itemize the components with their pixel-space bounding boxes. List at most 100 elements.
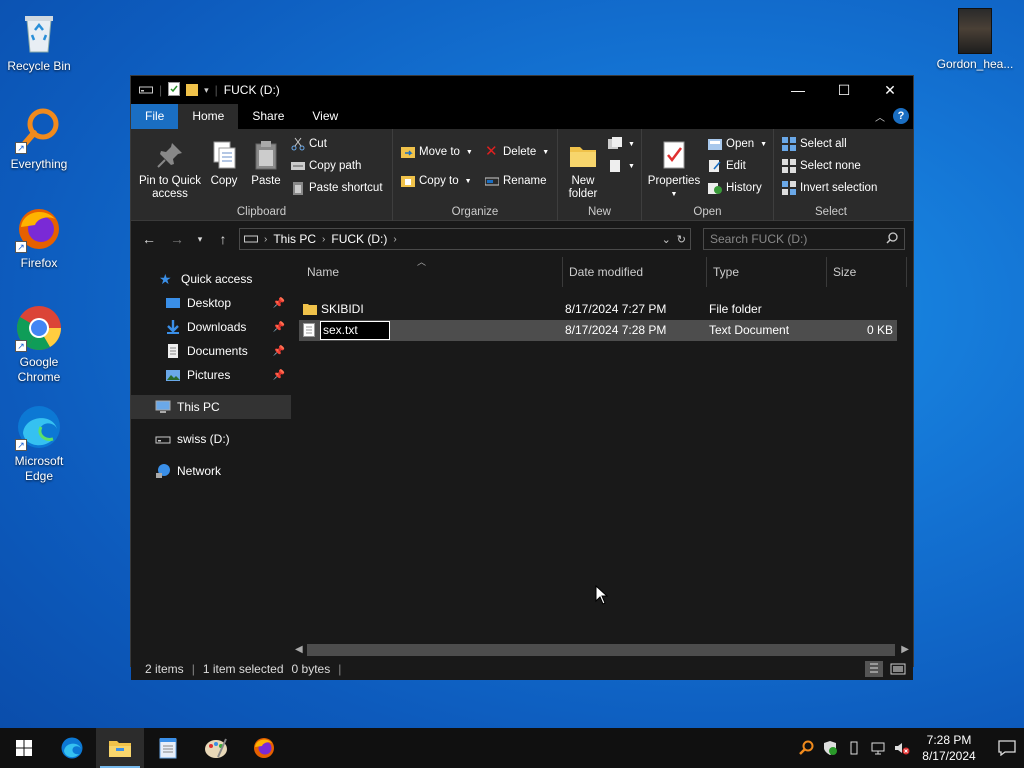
history-button[interactable]: History (708, 181, 762, 195)
taskbar-app-notepad[interactable] (144, 728, 192, 768)
edit-button[interactable]: Edit (708, 159, 746, 173)
firefox-icon (254, 738, 274, 758)
column-header-date[interactable]: Date modified (563, 257, 707, 287)
address-dropdown-icon[interactable]: ⌄ (662, 233, 671, 246)
desktop-icon-firefox[interactable]: ↗ Firefox (1, 205, 77, 271)
image-file-thumbnail-icon (958, 8, 992, 54)
address-bar[interactable]: › This PC › FUCK (D:) › ⌄ ↻ (239, 228, 691, 250)
paste-shortcut-button[interactable]: Paste shortcut (291, 181, 383, 195)
file-row-selected[interactable]: sex.txt 8/17/2024 7:28 PM Text Document … (299, 320, 897, 341)
help-icon[interactable]: ? (893, 108, 909, 124)
desktop-icon-everything[interactable]: ↗ Everything (1, 106, 77, 172)
file-date: 8/17/2024 7:27 PM (565, 302, 667, 316)
move-to-button[interactable]: Move to ▼ (401, 145, 473, 159)
customize-qa-dropdown-icon[interactable]: ▾ (204, 85, 209, 96)
nav-item-documents[interactable]: Documents 📌 (131, 339, 291, 363)
recent-locations-icon[interactable]: ▾ (193, 234, 207, 245)
forward-button[interactable]: → (165, 231, 189, 247)
usb-device-icon[interactable] (846, 740, 862, 756)
details-view-icon[interactable] (865, 661, 883, 677)
nav-item-network[interactable]: Network (131, 459, 291, 483)
open-button[interactable]: Open ▼ (708, 137, 767, 151)
properties-button[interactable]: Properties ▼ (646, 139, 702, 201)
navigation-bar: ← → ▾ ↑ › This PC › FUCK (D:) › ⌄ ↻ Sear… (131, 221, 913, 257)
mouse-cursor-icon (595, 584, 609, 608)
close-button[interactable]: ✕ (867, 76, 913, 104)
collapse-ribbon-icon[interactable]: ︿ (875, 109, 885, 124)
pinned-icon: 📌 (272, 297, 285, 309)
nav-item-pictures[interactable]: Pictures 📌 (131, 363, 291, 387)
security-shield-icon[interactable] (822, 740, 838, 756)
tab-file[interactable]: File (131, 104, 179, 129)
easy-access-button[interactable]: ▼ (608, 159, 635, 173)
taskbar-firefox[interactable] (240, 728, 288, 768)
nav-item-desktop[interactable]: Desktop 📌 (131, 291, 291, 315)
new-folder-qa-icon[interactable] (186, 82, 199, 99)
copy-to-button[interactable]: Copy to ▼ (401, 174, 472, 188)
file-type: File folder (709, 302, 762, 316)
start-button[interactable] (0, 728, 48, 768)
network-status-icon[interactable] (870, 740, 886, 756)
scroll-right-icon[interactable]: ▶ (901, 644, 909, 655)
new-item-button[interactable]: ▼ (608, 137, 635, 151)
maximize-button[interactable]: ☐ (821, 76, 867, 104)
breadcrumb-this-pc[interactable]: This PC (273, 232, 316, 246)
volume-muted-icon[interactable] (894, 740, 910, 756)
properties-qa-icon[interactable] (168, 81, 181, 99)
desktop-icon-recycle-bin[interactable]: Recycle Bin (1, 8, 77, 74)
horizontal-scrollbar[interactable]: ◀ ▶ (291, 641, 913, 658)
delete-button[interactable]: ✕ Delete ▼ (485, 143, 549, 160)
nav-item-drive[interactable]: swiss (D:) (131, 427, 291, 451)
notification-center-icon[interactable] (998, 740, 1018, 757)
file-row[interactable]: SKIBIDI 8/17/2024 7:27 PM File folder (299, 299, 897, 320)
refresh-icon[interactable]: ↻ (677, 233, 686, 246)
ribbon-group-select: Select all Select none Invert selection … (774, 129, 888, 221)
group-label-new: New (587, 206, 611, 218)
nav-item-downloads[interactable]: Downloads 📌 (131, 315, 291, 339)
minimize-button[interactable]: — (775, 76, 821, 104)
column-header-type[interactable]: Type (707, 257, 827, 287)
scroll-left-icon[interactable]: ◀ (295, 644, 303, 655)
select-all-button[interactable]: Select all (782, 137, 847, 151)
scrollbar-thumb[interactable] (307, 643, 895, 656)
breadcrumb-current-drive[interactable]: FUCK (D:) (331, 232, 387, 246)
back-button[interactable]: ← (137, 231, 161, 247)
tab-view[interactable]: View (298, 104, 352, 129)
column-header-name[interactable]: Name (301, 257, 563, 287)
column-header-size[interactable]: Size (827, 257, 907, 287)
copy-icon (208, 139, 240, 171)
nav-item-quick-access[interactable]: ★ Quick access (131, 267, 291, 291)
quick-access-toolbar: | ▾ | (139, 81, 218, 99)
rename-button[interactable]: Rename (484, 174, 546, 188)
delete-x-icon: ✕ (485, 143, 498, 160)
nav-item-this-pc[interactable]: This PC (131, 395, 291, 419)
cut-button[interactable]: Cut (291, 137, 327, 151)
search-box[interactable]: Search FUCK (D:) (703, 228, 905, 250)
desktop-icon-chrome[interactable]: ↗ Google Chrome (1, 304, 77, 385)
everything-search-tray-icon[interactable] (798, 740, 814, 756)
system-clock[interactable]: 7:28 PM 8/17/2024 (918, 732, 980, 764)
easy-access-icon (608, 159, 622, 173)
pin-to-quick-access-button[interactable]: Pin to Quick access (137, 139, 203, 201)
taskbar-edge[interactable] (48, 728, 96, 768)
status-size: 0 bytes (291, 662, 331, 676)
desktop-icon-gordon-image[interactable]: Gordon_hea... (936, 8, 1014, 72)
tab-home[interactable]: Home (178, 104, 239, 129)
rename-input[interactable]: sex.txt (320, 321, 390, 340)
taskbar-file-explorer[interactable] (96, 728, 144, 768)
system-tray: 7:28 PM 8/17/2024 (798, 728, 1024, 768)
desktop-icon-edge[interactable]: ↗ Microsoft Edge (1, 403, 77, 484)
tab-share[interactable]: Share (238, 104, 298, 129)
up-button[interactable]: ↑ (211, 231, 235, 247)
title-bar[interactable]: | ▾ | FUCK (D:) — ☐ ✕ (131, 76, 913, 104)
copy-button[interactable]: Copy (205, 139, 243, 188)
sort-ascending-icon: ︿ (417, 257, 427, 267)
copy-path-button[interactable]: Copy path (291, 159, 361, 173)
invert-selection-button[interactable]: Invert selection (782, 181, 877, 195)
select-none-button[interactable]: Select none (782, 159, 861, 173)
windows-logo-icon (16, 740, 32, 756)
large-icons-view-icon[interactable] (889, 661, 907, 677)
paste-button[interactable]: Paste (247, 139, 285, 188)
new-folder-button[interactable]: New folder (564, 139, 602, 201)
taskbar-app-paint[interactable] (192, 728, 240, 768)
